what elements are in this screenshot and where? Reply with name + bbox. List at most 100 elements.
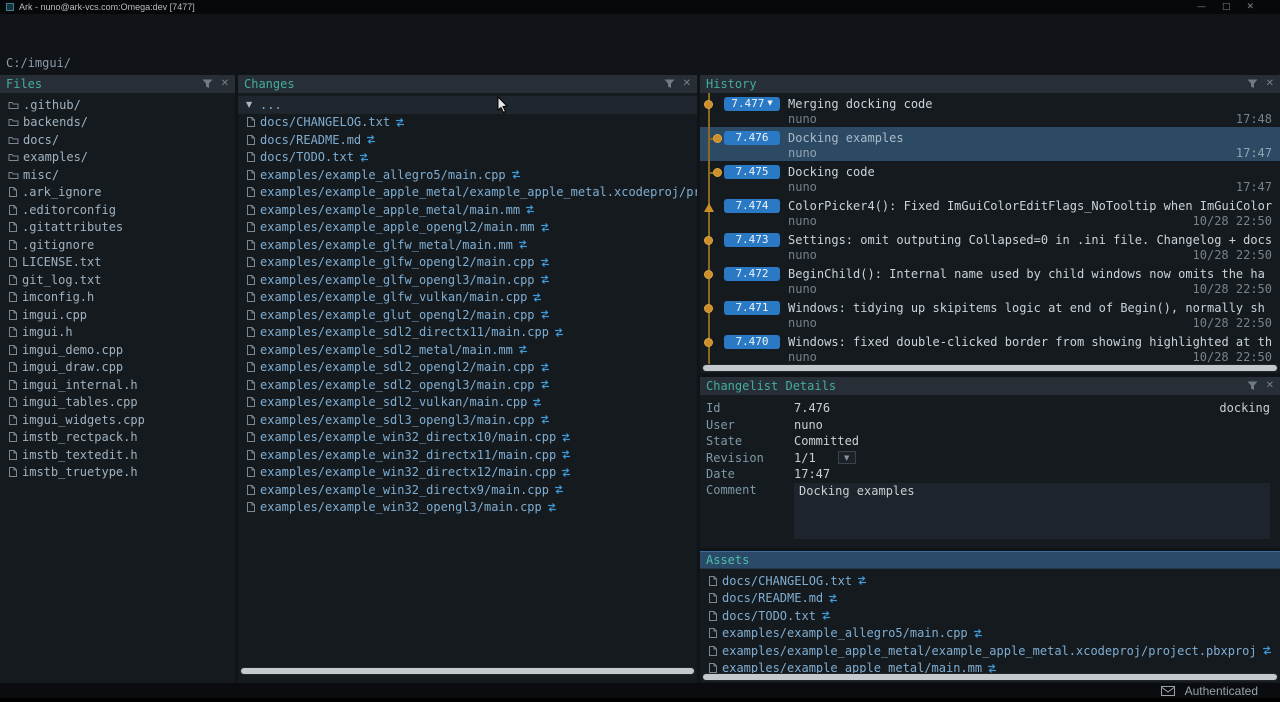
changed-file-row[interactable]: examples/example_glut_opengl2/main.cpp	[238, 306, 697, 324]
filter-icon[interactable]	[1247, 79, 1258, 89]
changed-file-row[interactable]: examples/example_sdl2_vulkan/main.cpp	[238, 394, 697, 412]
file-tree-item[interactable]: imgui_draw.cpp	[0, 359, 235, 377]
filter-icon[interactable]	[1247, 381, 1258, 391]
changed-file-row[interactable]: examples/example_sdl2_opengl2/main.cpp	[238, 359, 697, 377]
changeset-row[interactable]: 7.472 BeginChild(): Internal name used b…	[700, 263, 1280, 297]
changeset-badge[interactable]: 7.475	[724, 165, 780, 179]
file-tree-item[interactable]: imconfig.h	[0, 289, 235, 307]
changeset-row[interactable]: 7.473 Settings: omit outputing Collapsed…	[700, 229, 1280, 263]
file-tree-item[interactable]: imgui_demo.cpp	[0, 341, 235, 359]
filter-icon[interactable]	[202, 79, 213, 89]
changeset-row[interactable]: 7.474 ColorPicker4(): Fixed ImGuiColorEd…	[700, 195, 1280, 229]
assets-panel-header[interactable]: Assets	[700, 551, 1280, 569]
changed-file-path: docs/README.md	[260, 133, 361, 147]
changeset-badge[interactable]: 7.476	[724, 131, 780, 145]
assets-horizontal-scrollbar[interactable]	[702, 673, 1278, 681]
changed-file-row[interactable]: examples/example_glfw_vulkan/main.cpp	[238, 289, 697, 307]
changed-file-row[interactable]: examples/example_glfw_opengl2/main.cpp	[238, 254, 697, 272]
file-tree-item[interactable]: .gitignore	[0, 236, 235, 254]
changed-file-row[interactable]: examples/example_win32_directx10/main.cp…	[238, 429, 697, 447]
file-tree-label: imgui_widgets.cpp	[22, 413, 145, 427]
close-panel-icon[interactable]: ✕	[683, 79, 691, 89]
file-icon	[246, 221, 256, 233]
maximize-button[interactable]: □	[1222, 2, 1231, 12]
file-tree-item[interactable]: backends/	[0, 114, 235, 132]
changed-file-row[interactable]: docs/TODO.txt	[238, 149, 697, 167]
file-tree-item[interactable]: imgui_tables.cpp	[0, 394, 235, 412]
changed-file-row[interactable]: examples/example_sdl2_directx11/main.cpp	[238, 324, 697, 342]
changed-file-row[interactable]: docs/CHANGELOG.txt	[238, 114, 697, 132]
changes-root-row[interactable]: ▼ ...	[238, 96, 697, 114]
changes-horizontal-scrollbar[interactable]	[240, 667, 695, 675]
details-fields: Id 7.476 docking User nuno State Committ…	[700, 395, 1280, 539]
scrollbar-handle[interactable]	[703, 365, 1277, 371]
changed-file-row[interactable]: examples/example_sdl2_opengl3/main.cpp	[238, 376, 697, 394]
changeset-badge[interactable]: 7.474	[724, 199, 780, 213]
changed-file-row[interactable]: examples/example_win32_directx12/main.cp…	[238, 464, 697, 482]
badge-caret-icon[interactable]: ▼	[767, 100, 772, 107]
asset-row[interactable]: docs/README.md	[700, 590, 1280, 608]
changeset-badge[interactable]: 7.473	[724, 233, 780, 247]
changeset-row[interactable]: 7.477 ▼ Merging docking code nuno 17:48	[700, 93, 1280, 127]
asset-row[interactable]: docs/CHANGELOG.txt	[700, 572, 1280, 590]
file-tree-item[interactable]: .github/	[0, 96, 235, 114]
commit-dot-icon	[704, 270, 713, 279]
expander-icon[interactable]: ▼	[246, 100, 256, 109]
changeset-row[interactable]: 7.471 Windows: tidying up skipitems logi…	[700, 297, 1280, 331]
changed-file-row[interactable]: examples/example_glfw_opengl3/main.cpp	[238, 271, 697, 289]
file-tree-item[interactable]: LICENSE.txt	[0, 254, 235, 272]
file-tree-item[interactable]: imgui.cpp	[0, 306, 235, 324]
changeset-badge[interactable]: 7.470	[724, 335, 780, 349]
close-button[interactable]: ✕	[1246, 2, 1254, 12]
changed-file-row[interactable]: examples/example_win32_directx11/main.cp…	[238, 446, 697, 464]
comment-box[interactable]: Docking examples	[794, 483, 1270, 539]
asset-row[interactable]: examples/example_apple_metal/example_app…	[700, 642, 1280, 660]
file-tree-item[interactable]: imgui.h	[0, 324, 235, 342]
asset-row[interactable]: docs/TODO.txt	[700, 607, 1280, 625]
close-panel-icon[interactable]: ✕	[1266, 381, 1274, 391]
filter-icon[interactable]	[664, 79, 675, 89]
changed-file-row[interactable]: examples/example_apple_opengl2/main.mm	[238, 219, 697, 237]
asset-row[interactable]: examples/example_allegro5/main.cpp	[700, 625, 1280, 643]
changed-file-row[interactable]: examples/example_sdl2_metal/main.mm	[238, 341, 697, 359]
file-tree-item[interactable]: .ark_ignore	[0, 184, 235, 202]
file-tree-item[interactable]: imstb_rectpack.h	[0, 429, 235, 447]
changeset-badge[interactable]: 7.477 ▼	[724, 97, 780, 111]
file-tree-item[interactable]: misc/	[0, 166, 235, 184]
changed-file-row[interactable]: examples/example_win32_directx9/main.cpp	[238, 481, 697, 499]
file-tree-item[interactable]: .gitattributes	[0, 219, 235, 237]
changeset-badge[interactable]: 7.472	[724, 267, 780, 281]
file-icon	[246, 396, 256, 408]
changed-file-row[interactable]: examples/example_glfw_metal/main.mm	[238, 236, 697, 254]
changeset-badge[interactable]: 7.471	[724, 301, 780, 315]
file-icon	[246, 186, 256, 198]
file-icon	[8, 414, 18, 426]
file-tree-item[interactable]: imgui_internal.h	[0, 376, 235, 394]
changeset-row[interactable]: 7.476 Docking examples nuno 17:47	[700, 127, 1280, 161]
file-tree-item[interactable]: imstb_textedit.h	[0, 446, 235, 464]
close-panel-icon[interactable]: ✕	[1266, 79, 1274, 89]
changed-file-row[interactable]: examples/example_allegro5/main.cpp	[238, 166, 697, 184]
revision-dropdown[interactable]: ▼	[838, 451, 856, 464]
minimize-button[interactable]: —	[1197, 2, 1206, 12]
changed-file-row[interactable]: examples/example_sdl3_opengl3/main.cpp	[238, 411, 697, 429]
scrollbar-handle[interactable]	[703, 674, 1277, 680]
file-tree-item[interactable]: imstb_truetype.h	[0, 464, 235, 482]
close-panel-icon[interactable]: ✕	[221, 79, 229, 89]
assets-panel: Assets docs/CHANGELOG.txt docs/README.md	[700, 551, 1280, 683]
changed-file-row[interactable]: examples/example_apple_metal/example_app…	[238, 184, 697, 202]
changeset-row[interactable]: 7.475 Docking code nuno 17:47	[700, 161, 1280, 195]
changed-file-path: examples/example_sdl2_vulkan/main.cpp	[260, 395, 527, 409]
file-tree-item[interactable]: docs/	[0, 131, 235, 149]
scrollbar-handle[interactable]	[241, 668, 694, 674]
file-tree-item[interactable]: git_log.txt	[0, 271, 235, 289]
changed-file-row[interactable]: examples/example_apple_metal/main.mm	[238, 201, 697, 219]
modified-status-icon	[560, 432, 572, 443]
file-tree-item[interactable]: .editorconfig	[0, 201, 235, 219]
changeset-row[interactable]: 7.470 Windows: fixed double-clicked bord…	[700, 331, 1280, 365]
history-horizontal-scrollbar[interactable]	[702, 364, 1278, 372]
changed-file-row[interactable]: docs/README.md	[238, 131, 697, 149]
file-tree-item[interactable]: imgui_widgets.cpp	[0, 411, 235, 429]
changed-file-row[interactable]: examples/example_win32_opengl3/main.cpp	[238, 499, 697, 517]
file-tree-item[interactable]: examples/	[0, 149, 235, 167]
